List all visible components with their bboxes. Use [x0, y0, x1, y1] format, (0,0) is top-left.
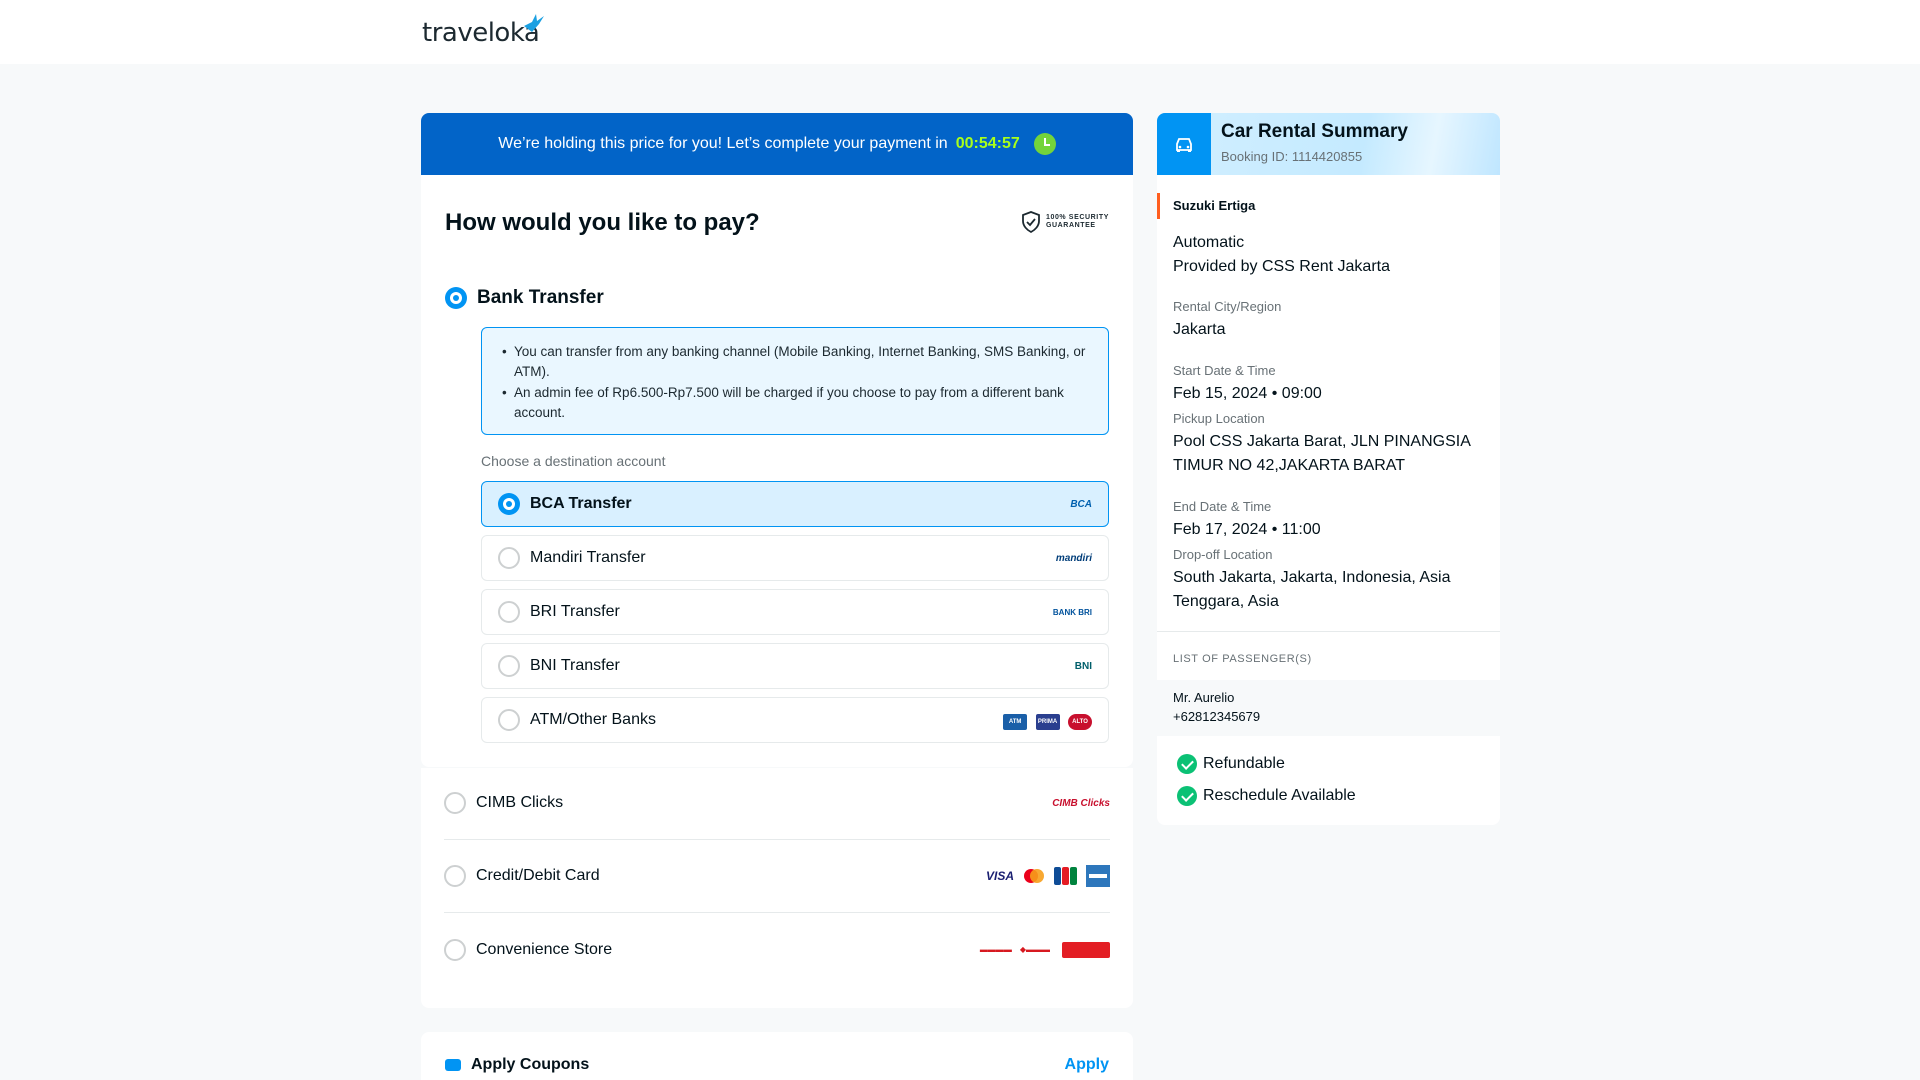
car-name-row: Suzuki Ertiga: [1157, 193, 1500, 219]
booking-id: Booking ID: 1114420855: [1221, 149, 1363, 164]
method-label: CIMB Clicks: [476, 794, 564, 811]
transmission: Automatic: [1173, 234, 1245, 251]
passenger-phone: +62812345679: [1173, 709, 1261, 724]
check-icon: [1177, 754, 1197, 774]
timer-message: We’re holding this price for you! Let’s …: [498, 135, 948, 152]
bird-icon: [524, 14, 544, 32]
payment-option-card[interactable]: Credit/Debit Card VISA: [444, 840, 1110, 913]
destination-account-label: Choose a destination account: [481, 453, 666, 469]
bank-option-atm[interactable]: ATM/Other Banks ATM PRIMA ALTO: [481, 697, 1109, 743]
store-logos: ▬▬▬▬ ◆▬▬▬: [979, 941, 1110, 958]
radio-icon[interactable]: [444, 792, 466, 814]
feature-label: Reschedule Available: [1203, 787, 1356, 804]
visa-logo: VISA: [985, 869, 1014, 883]
bank-option-bni[interactable]: BNI Transfer BNI: [481, 643, 1109, 689]
car-rental-summary: Car Rental Summary Booking ID: 111442085…: [1157, 113, 1500, 825]
divider: [1157, 631, 1500, 632]
car-icon: [1157, 113, 1211, 175]
coupon-label: Apply Coupons: [471, 1056, 590, 1073]
mastercard-icon: [1024, 869, 1044, 883]
security-line-1: 100% SECURITY: [1045, 214, 1109, 221]
security-line-2: GUARANTEE: [1045, 222, 1096, 229]
pickup-line-2: TIMUR NO 42,JAKARTA BARAT: [1173, 457, 1406, 474]
price-hold-banner: We’re holding this price for you! Let’s …: [421, 113, 1133, 175]
end-label: End Date & Time: [1173, 499, 1272, 514]
city-value: Jakarta: [1173, 321, 1226, 338]
jcb-icon: [1054, 867, 1077, 885]
car-name: Suzuki Ertiga: [1173, 198, 1256, 213]
bank-option-mandiri[interactable]: Mandiri Transfer mandiri: [481, 535, 1109, 581]
alto-icon: ALTO: [1068, 714, 1092, 730]
info-item: You can transfer from any banking channe…: [502, 342, 1088, 382]
pickup-line-1: Pool CSS Jakarta Barat, JLN PINANGSIA: [1173, 433, 1471, 450]
bank-label: ATM/Other Banks: [530, 711, 656, 728]
bni-logo: BNI: [1074, 660, 1092, 672]
info-item: An admin fee of Rp6.500-Rp7.500 will be …: [502, 383, 1088, 423]
alfamidi-logo: ◆▬▬▬: [1019, 945, 1050, 954]
bri-logo: BANK BRI: [1052, 607, 1092, 617]
bank-transfer-option[interactable]: Bank Transfer: [445, 287, 604, 309]
bank-label: BRI Transfer: [530, 603, 620, 620]
radio-selected-icon[interactable]: [445, 287, 467, 309]
clock-icon: [1033, 133, 1056, 155]
coupon-card: Apply Coupons Apply: [421, 1032, 1133, 1080]
start-value: Feb 15, 2024 • 09:00: [1173, 385, 1322, 402]
bank-label: BNI Transfer: [530, 657, 620, 674]
method-label: Convenience Store: [476, 940, 613, 958]
atm-bersama-icon: ATM: [1003, 714, 1028, 730]
feature-label: Refundable: [1203, 755, 1285, 772]
payment-option-cimb[interactable]: CIMB Clicks CIMB Clicks: [444, 767, 1110, 840]
payment-option-store[interactable]: Convenience Store ▬▬▬▬ ◆▬▬▬: [444, 913, 1110, 986]
coupon-icon: [445, 1059, 461, 1071]
cimb-logo: CIMB Clicks: [1052, 797, 1110, 809]
provider: Provided by CSS Rent Jakarta: [1173, 258, 1390, 275]
bank-option-bri[interactable]: BRI Transfer BANK BRI: [481, 589, 1109, 635]
check-icon: [1177, 786, 1197, 806]
passenger-row: Mr. Aurelio +62812345679: [1157, 680, 1500, 736]
radio-icon[interactable]: [498, 601, 520, 623]
radio-icon[interactable]: [444, 865, 466, 887]
start-label: Start Date & Time: [1173, 363, 1276, 378]
summary-header: Car Rental Summary Booking ID: 111442085…: [1157, 113, 1500, 175]
amex-icon: [1086, 865, 1110, 887]
bank-label: BCA Transfer: [530, 495, 632, 512]
passengers-heading: LIST OF PASSENGER(S): [1173, 653, 1312, 665]
passenger-name: Mr. Aurelio: [1173, 690, 1235, 705]
pickup-label: Pickup Location: [1173, 411, 1265, 426]
payment-card: We’re holding this price for you! Let’s …: [421, 113, 1133, 767]
city-label: Rental City/Region: [1173, 299, 1282, 314]
shield-icon: [1022, 211, 1040, 233]
radio-icon[interactable]: [498, 655, 520, 677]
radio-selected-icon[interactable]: [498, 493, 520, 515]
atm-network-logos: ATM PRIMA ALTO: [999, 710, 1092, 730]
method-label: Credit/Debit Card: [476, 867, 600, 884]
end-value: Feb 17, 2024 • 11:00: [1173, 521, 1321, 538]
bank-transfer-label: Bank Transfer: [477, 287, 604, 308]
accent-bar: [1157, 193, 1160, 219]
feature-refundable: Refundable: [1177, 754, 1285, 774]
radio-icon[interactable]: [498, 709, 520, 731]
radio-icon[interactable]: [444, 938, 466, 961]
summary-title: Car Rental Summary: [1221, 121, 1408, 142]
prima-icon: PRIMA: [1035, 714, 1060, 730]
bca-logo: BCA: [1070, 498, 1092, 510]
dropoff-line-1: South Jakarta, Jakarta, Indonesia, Asia: [1173, 569, 1451, 586]
alfamart-logo: ▬▬▬▬: [979, 945, 1012, 954]
card-network-logos: VISA: [986, 865, 1110, 887]
dropoff-label: Drop-off Location: [1173, 547, 1273, 562]
mandiri-logo: mandiri: [1055, 552, 1092, 564]
apply-coupon-button[interactable]: Apply: [1065, 1056, 1109, 1074]
dropoff-line-2: Tenggara, Asia: [1173, 593, 1279, 610]
radio-icon[interactable]: [498, 547, 520, 569]
countdown-timer: 00:54:57: [955, 135, 1020, 152]
traveloka-logo[interactable]: traveloka: [422, 12, 544, 48]
top-bar: traveloka: [0, 0, 1920, 64]
feature-reschedule: Reschedule Available: [1177, 786, 1356, 806]
bank-option-bca[interactable]: BCA Transfer BCA: [481, 481, 1109, 527]
bank-label: Mandiri Transfer: [530, 549, 646, 566]
page-title: How would you like to pay?: [445, 209, 760, 236]
security-guarantee-badge: 100% SECURITY GUARANTEE: [1022, 211, 1109, 233]
bank-transfer-info: You can transfer from any banking channe…: [481, 327, 1109, 435]
indomaret-logo: [1062, 941, 1110, 958]
